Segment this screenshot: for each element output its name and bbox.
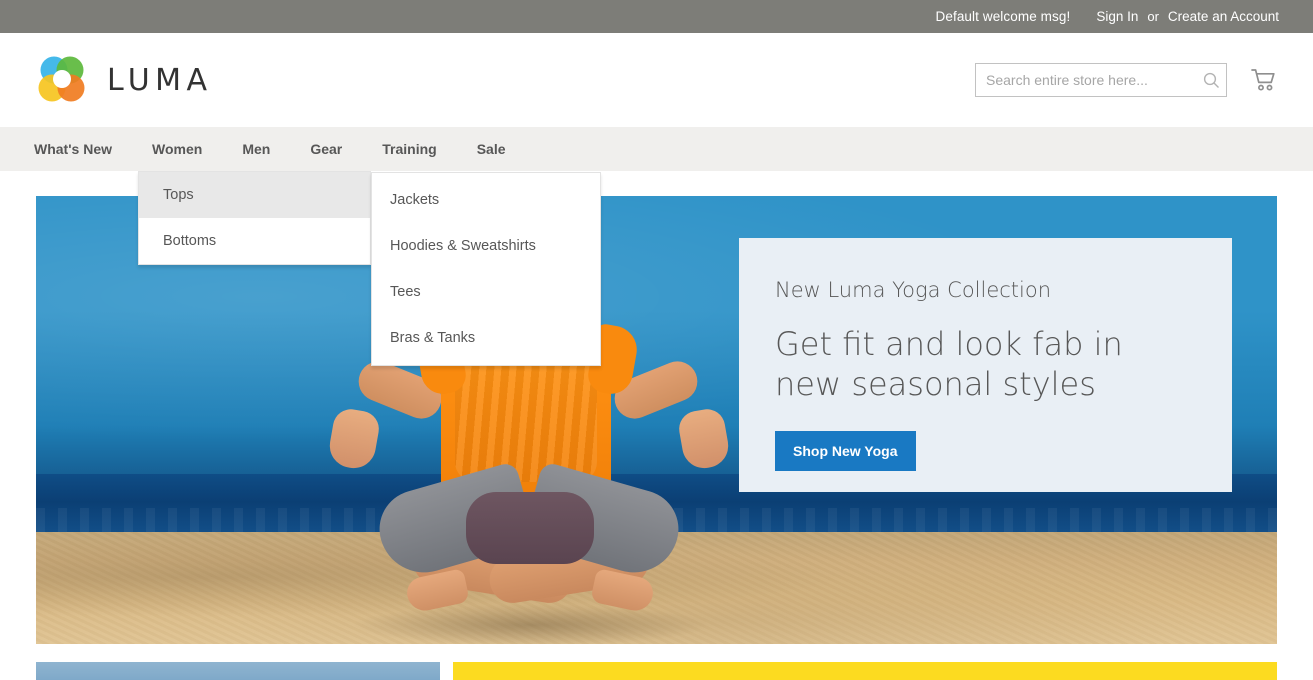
logo-text: LUMA: [107, 62, 213, 98]
welcome-message: Default welcome msg!: [935, 9, 1071, 24]
submenu-item-bottoms[interactable]: Bottoms: [139, 218, 370, 264]
nav-item-sale[interactable]: Sale: [477, 127, 506, 171]
main-navigation: What's New Women Men Gear Training Sale: [0, 127, 1313, 171]
luma-flower-logo-icon: [34, 52, 90, 108]
logo-link[interactable]: LUMA: [34, 52, 213, 108]
top-panel: Default welcome msg! Sign In or Create a…: [0, 0, 1313, 33]
header-actions: [975, 63, 1279, 97]
submenu-item-tees[interactable]: Tees: [372, 269, 600, 315]
nav-item-training[interactable]: Training: [382, 127, 436, 171]
submenu-item-tops[interactable]: Tops: [139, 172, 370, 218]
submenu-item-hoodies-sweatshirts[interactable]: Hoodies & Sweatshirts: [372, 223, 600, 269]
or-separator: or: [1147, 9, 1159, 24]
create-account-link[interactable]: Create an Account: [1168, 9, 1279, 24]
search-input[interactable]: [976, 64, 1196, 96]
submenu-item-bras-tanks[interactable]: Bras & Tanks: [372, 315, 600, 361]
hero-eyebrow: New Luma Yoga Collection: [775, 278, 1052, 302]
search-box[interactable]: [975, 63, 1227, 97]
shopping-cart-icon[interactable]: [1249, 65, 1279, 95]
promo-block-left[interactable]: [36, 662, 440, 680]
nav-item-gear[interactable]: Gear: [310, 127, 342, 171]
tops-submenu-level2: Jackets Hoodies & Sweatshirts Tees Bras …: [371, 172, 601, 366]
nav-item-whats-new[interactable]: What's New: [34, 127, 112, 171]
bottom-promo-row: [0, 662, 1313, 680]
nav-item-men[interactable]: Men: [242, 127, 270, 171]
search-icon[interactable]: [1196, 72, 1226, 89]
promo-block-right[interactable]: [453, 662, 1277, 680]
site-header: LUMA: [0, 33, 1313, 127]
hero-content-panel: New Luma Yoga Collection Get fit and loo…: [739, 238, 1232, 492]
sign-in-link[interactable]: Sign In: [1096, 9, 1138, 24]
nav-item-women[interactable]: Women: [152, 127, 202, 171]
hero-title: Get fit and look fab in new seasonal sty…: [775, 325, 1123, 404]
women-submenu-level1: Tops Bottoms: [138, 171, 371, 265]
submenu-item-jackets[interactable]: Jackets: [372, 177, 600, 223]
shop-new-yoga-button[interactable]: Shop New Yoga: [775, 430, 916, 471]
